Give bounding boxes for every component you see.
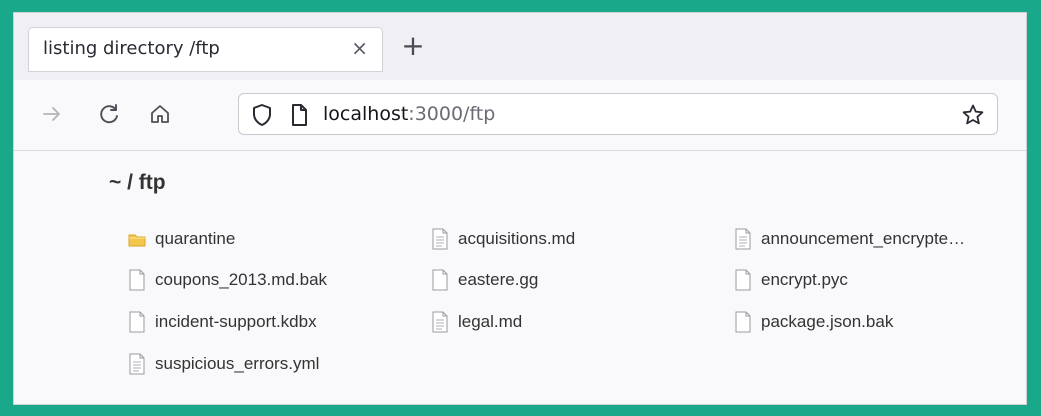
shield-icon[interactable] [251,103,273,132]
text-file-icon [431,228,449,250]
file-name: incident-support.kdbx [155,312,317,331]
page-title: ~ / ftp [109,171,166,194]
text-file-icon [431,311,449,333]
file-item[interactable]: suspicious_errors.yml [128,352,319,376]
file-item[interactable]: announcement_encrypte… [734,227,965,251]
file-name: announcement_encrypte… [761,229,966,248]
file-icon [734,269,752,291]
star-icon[interactable] [961,103,985,132]
text-file-icon [734,228,752,250]
file-name: package.json.bak [761,312,894,331]
file-name: encrypt.pyc [761,270,848,289]
file-icon [734,311,752,333]
tab-listing-directory[interactable]: listing directory /ftp × [28,27,383,72]
file-name: coupons_2013.md.bak [155,270,328,289]
directory-listing: ~ / ftp quarantine coupons_2013.md.bakinc… [14,151,1026,404]
home-button[interactable] [144,98,176,130]
file-name: suspicious_errors.yml [155,354,320,373]
reload-button[interactable] [93,98,125,130]
file-item[interactable]: coupons_2013.md.bak [128,268,327,292]
page-icon[interactable] [289,103,309,132]
new-tab-button[interactable]: + [398,27,428,67]
file-item[interactable]: eastere.gg [431,268,538,292]
file-name: eastere.gg [458,270,539,289]
folder-item[interactable]: quarantine [128,227,235,251]
tab-strip: listing directory /ftp × + [14,13,1026,81]
browser-window: listing directory /ftp × + localhost:300… [13,12,1027,405]
file-item[interactable]: incident-support.kdbx [128,310,317,334]
folder-icon [128,228,146,250]
file-icon [431,269,449,291]
url-host: localhost [323,103,409,125]
url-path: :3000/ftp [408,103,496,125]
text-file-icon [128,353,146,375]
tab-title: listing directory /ftp [43,38,220,59]
address-bar[interactable]: localhost:3000/ftp [238,93,998,135]
file-item[interactable]: encrypt.pyc [734,268,848,292]
forward-button[interactable] [36,98,68,130]
file-name: acquisitions.md [458,229,576,248]
reload-icon [100,104,118,124]
file-item[interactable]: package.json.bak [734,310,893,334]
arrow-right-icon [43,107,60,121]
url-text[interactable]: localhost:3000/ftp [323,103,495,125]
file-name: quarantine [155,229,236,248]
file-icon [128,311,146,333]
home-icon [151,105,169,123]
file-name: legal.md [458,312,523,331]
close-icon[interactable]: × [351,36,368,60]
file-icon [128,269,146,291]
file-item[interactable]: legal.md [431,310,522,334]
navigation-toolbar: localhost:3000/ftp [14,80,1026,151]
file-item[interactable]: acquisitions.md [431,227,575,251]
